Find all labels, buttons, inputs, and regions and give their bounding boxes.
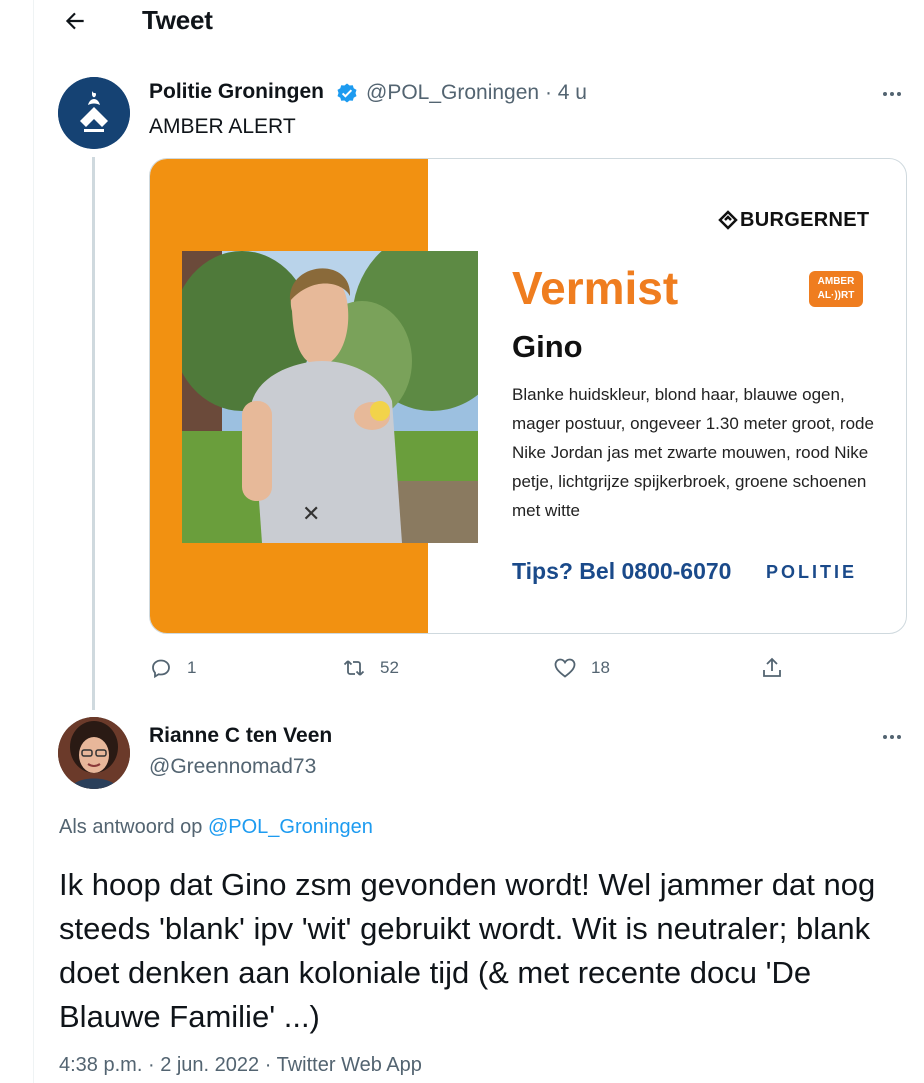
reply-text: Ik hoop dat Gino zsm gevonden wordt! Wel… [59, 867, 876, 1034]
tweet-meta: 4:38 p.m. · 2 jun. 2022 · Twitter Web Ap… [59, 1054, 422, 1077]
burgernet-brand: BURGERNET [740, 209, 870, 231]
author-handle[interactable]: @POL_Groningen [366, 81, 539, 104]
separator: · [147, 1054, 155, 1076]
svg-text:✕: ✕ [302, 502, 320, 527]
tweet-text: AMBER ALERT [149, 115, 296, 138]
tweet-timestamp[interactable]: 4:38 p.m. [59, 1054, 142, 1076]
page-title: Tweet [142, 5, 213, 35]
separator: · [264, 1054, 272, 1076]
column-border [33, 0, 34, 1083]
reply-count: 1 [187, 658, 197, 677]
author-name[interactable]: Politie Groningen [149, 80, 324, 104]
replying-to: Als antwoord op @POL_Groningen [59, 816, 373, 839]
avatar[interactable] [58, 77, 130, 149]
reply-author-handle[interactable]: @Greennomad73 [149, 755, 316, 779]
card-headline: Vermist [512, 262, 679, 314]
tweet-date[interactable]: 2 jun. 2022 [160, 1054, 259, 1076]
retweet-button[interactable]: 52 [342, 653, 399, 683]
more-icon[interactable] [880, 82, 904, 106]
reply-button[interactable]: 1 [149, 653, 196, 683]
separator: · [544, 81, 552, 104]
reply-icon [152, 659, 170, 679]
like-button[interactable]: 18 [553, 653, 610, 683]
badge-line-2: AL·))RT [817, 290, 855, 301]
thread-connector [92, 157, 95, 710]
tweet-source-app[interactable]: Twitter Web App [277, 1054, 422, 1076]
retweet-icon [343, 660, 365, 676]
missing-person-photo: ✕ [182, 251, 478, 543]
reply-to-link[interactable]: @POL_Groningen [208, 816, 373, 838]
share-icon [763, 657, 781, 677]
politie-logo-icon [58, 77, 130, 149]
share-button[interactable] [760, 653, 784, 683]
reply-author-name[interactable]: Rianne C ten Veen [149, 724, 332, 748]
author-handle-and-time: @POL_Groningen · 4 u [366, 81, 587, 105]
avatar[interactable] [58, 717, 130, 789]
badge-line-1: AMBER [817, 276, 855, 287]
media-card[interactable]: ✕ BURGERNET Vermist AMBER AL·))RT Gino B… [149, 158, 907, 634]
missing-person-description: Blanke huidskleur, blond haar, blauwe og… [512, 385, 874, 520]
back-arrow-icon[interactable] [62, 8, 88, 34]
amber-alert-badge: AMBER AL·))RT [809, 271, 863, 307]
verified-icon [337, 83, 357, 103]
like-icon [554, 658, 576, 678]
retweet-count: 52 [380, 658, 399, 677]
more-icon[interactable] [880, 725, 904, 749]
tips-phone: Tips? Bel 0800-6070 [512, 558, 732, 584]
like-count: 18 [591, 658, 610, 677]
missing-person-name: Gino [512, 329, 583, 364]
reply-prefix: Als antwoord op [59, 816, 203, 838]
page-header: Tweet [34, 0, 924, 44]
tweet-time[interactable]: 4 u [558, 81, 587, 104]
politie-logo-text: POLITIE [766, 562, 858, 582]
burgernet-logo-icon [718, 210, 738, 230]
